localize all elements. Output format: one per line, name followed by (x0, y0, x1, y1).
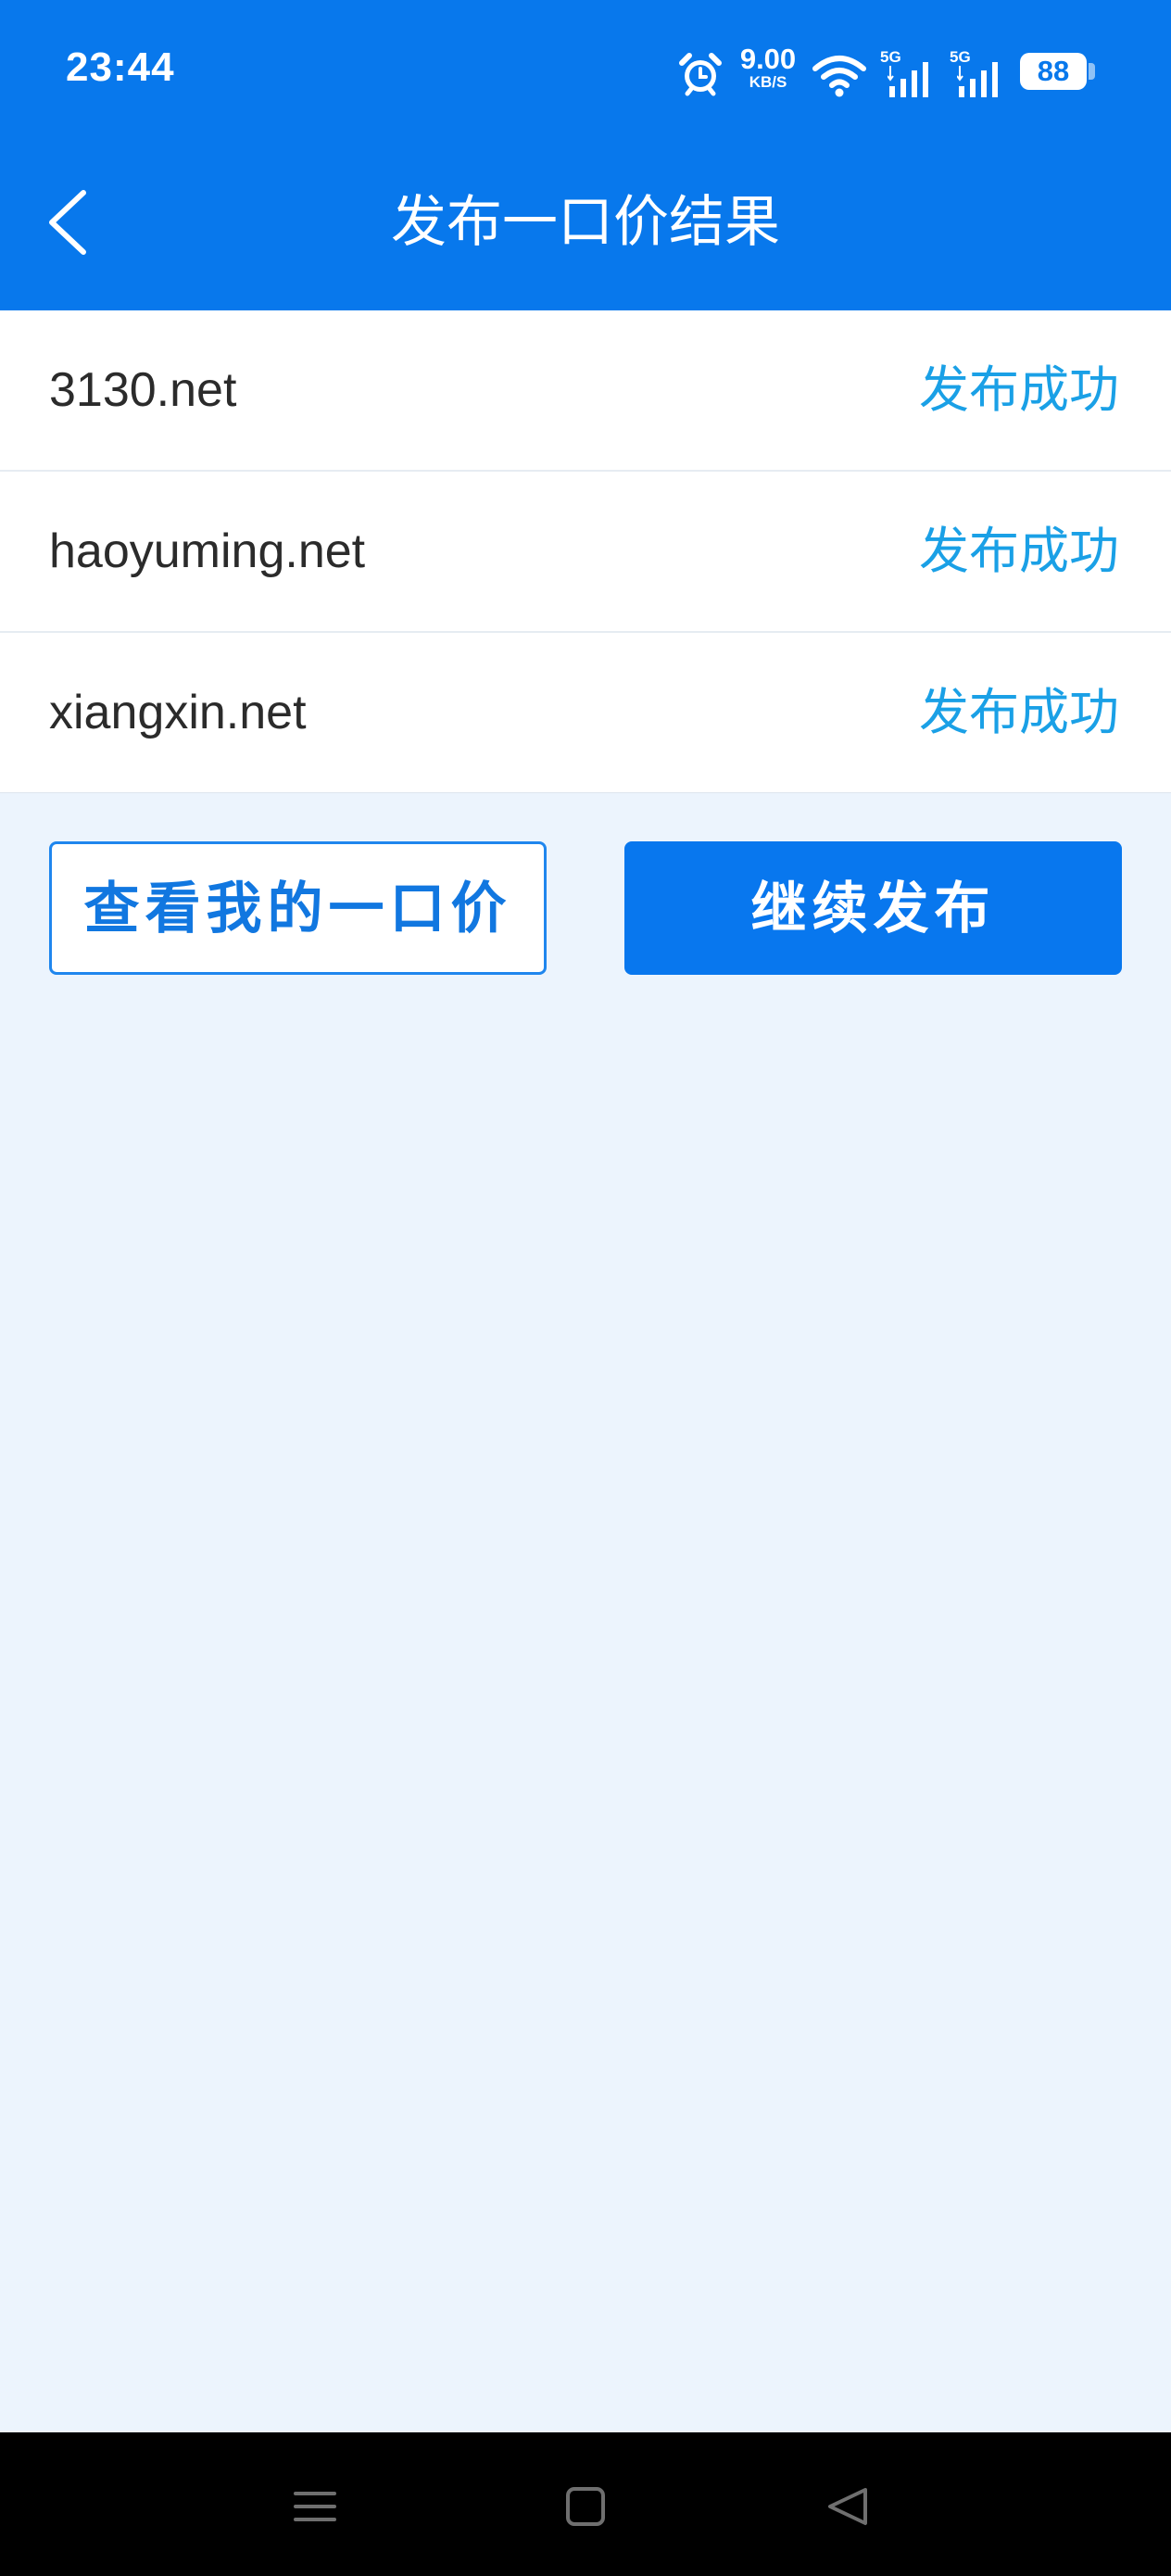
alarm-icon (679, 53, 722, 96)
status-text: 发布成功 (919, 522, 1119, 580)
status-time: 23:44 (66, 44, 175, 90)
network-speed-value: 9.00 (739, 43, 797, 75)
back-triangle-icon (828, 2488, 867, 2525)
home-icon (566, 2487, 605, 2526)
list-item: haoyuming.net 发布成功 (0, 472, 1171, 633)
result-list: 3130.net 发布成功 haoyuming.net 发布成功 xiangxi… (0, 310, 1171, 793)
signal-icon (888, 62, 928, 97)
system-nav-bar (0, 2432, 1171, 2576)
menu-icon (294, 2492, 336, 2521)
list-item: 3130.net 发布成功 (0, 310, 1171, 472)
network-speed: 9.00 KB/S (735, 44, 801, 90)
domain-name: 3130.net (49, 363, 237, 417)
wifi-icon (812, 56, 866, 97)
view-my-fixed-price-button[interactable]: 查看我的一口价 (49, 841, 547, 975)
battery-icon: 88 (1020, 53, 1087, 90)
page-title: 发布一口价结果 (391, 190, 780, 255)
domain-name: xiangxin.net (49, 686, 307, 739)
domain-name: haoyuming.net (49, 524, 366, 578)
battery-tip (1089, 63, 1095, 80)
signal-icon (957, 62, 998, 97)
home-button[interactable] (548, 2469, 623, 2544)
status-text: 发布成功 (919, 360, 1119, 419)
app-header: 23:44 9.00 KB/S 5G 5G 88 发布一口价结果 (0, 0, 1171, 310)
nav-back-button[interactable] (812, 2469, 886, 2544)
list-item: xiangxin.net 发布成功 (0, 633, 1171, 793)
status-text: 发布成功 (919, 683, 1119, 741)
continue-publish-button[interactable]: 继续发布 (624, 841, 1122, 975)
network-speed-unit: KB/S (749, 73, 787, 91)
recent-apps-button[interactable] (278, 2469, 352, 2544)
